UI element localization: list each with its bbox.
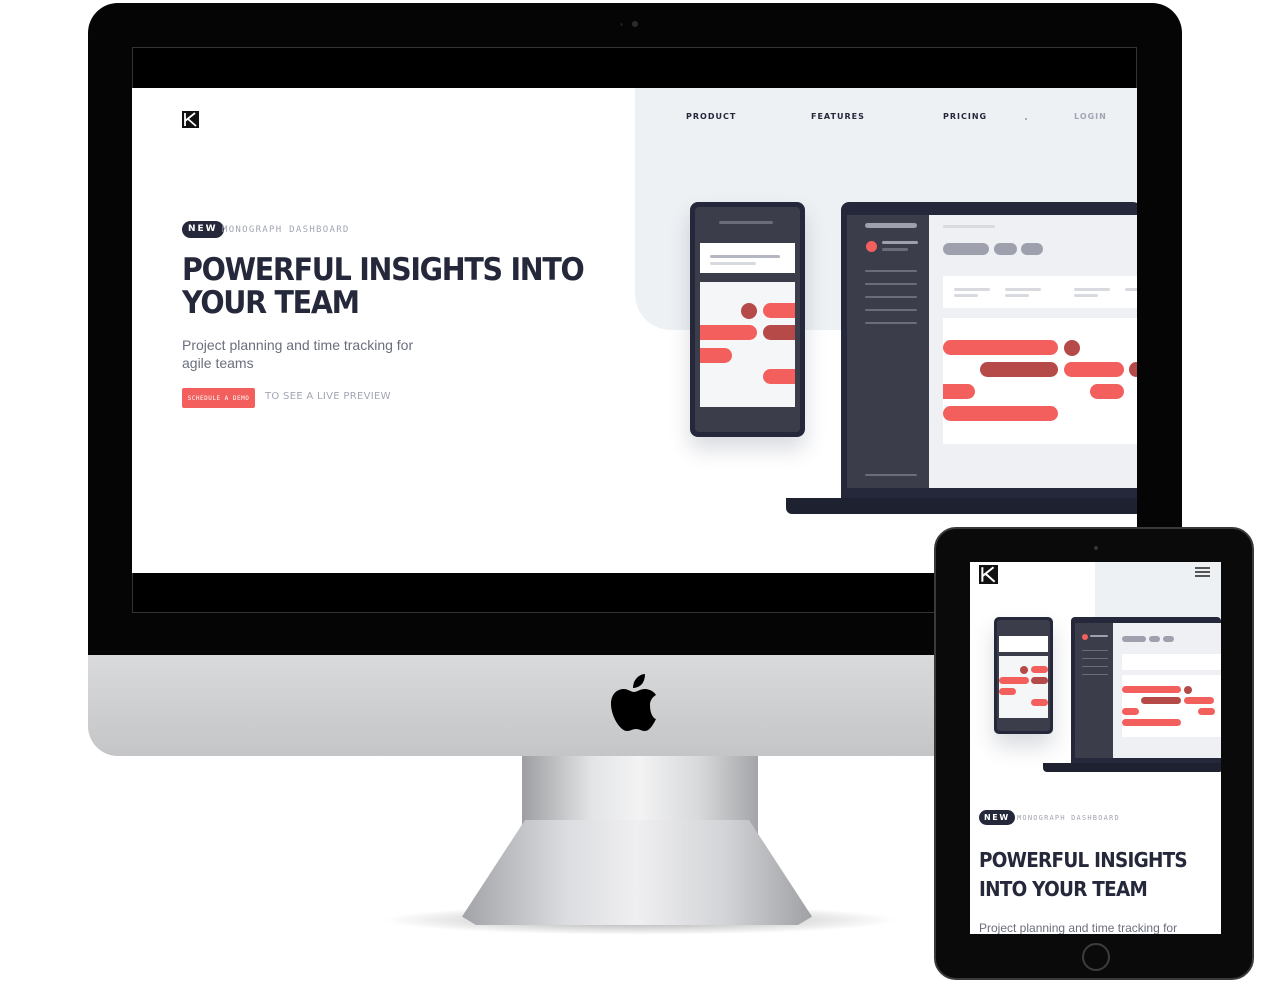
- tablet-new-badge: NEW: [979, 810, 1015, 825]
- imac-stand-foot: [462, 820, 812, 925]
- tablet-website: NEW MONOGRAPH DASHBOARD POWERFUL INSIGHT…: [970, 562, 1221, 934]
- tablet-tagline: MONOGRAPH DASHBOARD: [1017, 814, 1120, 822]
- tablet-headline: POWERFUL INSIGHTS INTO YOUR TEAM: [979, 848, 1188, 901]
- nav-product[interactable]: PRODUCT: [686, 112, 736, 121]
- hero-headline: POWERFUL INSIGHTS INTO YOUR TEAM: [182, 252, 585, 321]
- imac-sensor: [620, 23, 623, 26]
- new-badge: NEW: [182, 221, 224, 238]
- nav-login[interactable]: LOGIN: [1074, 112, 1107, 121]
- ipad-camera: [1094, 546, 1098, 550]
- schedule-demo-button[interactable]: SCHEDULE A DEMO: [182, 388, 255, 408]
- hero-subline: Project planning and time tracking for a…: [182, 337, 414, 371]
- nav-features[interactable]: FEATURES: [811, 112, 865, 121]
- monograph-logo-icon[interactable]: [182, 111, 199, 128]
- hero-tagline: MONOGRAPH DASHBOARD: [222, 225, 350, 235]
- desktop-website: PRODUCT FEATURES PRICING LOGIN NEW MONOG…: [132, 88, 1137, 573]
- imac-camera: [632, 21, 638, 27]
- nav-separator: [1025, 118, 1027, 120]
- tablet-subline: Project planning and time tracking for: [979, 921, 1178, 934]
- cta-note: TO SEE A LIVE PREVIEW: [265, 391, 391, 402]
- nav-pricing[interactable]: PRICING: [943, 112, 987, 121]
- apple-logo-icon: [611, 674, 656, 731]
- ipad-home-button[interactable]: [1082, 943, 1110, 971]
- hamburger-menu-icon[interactable]: [970, 562, 1221, 582]
